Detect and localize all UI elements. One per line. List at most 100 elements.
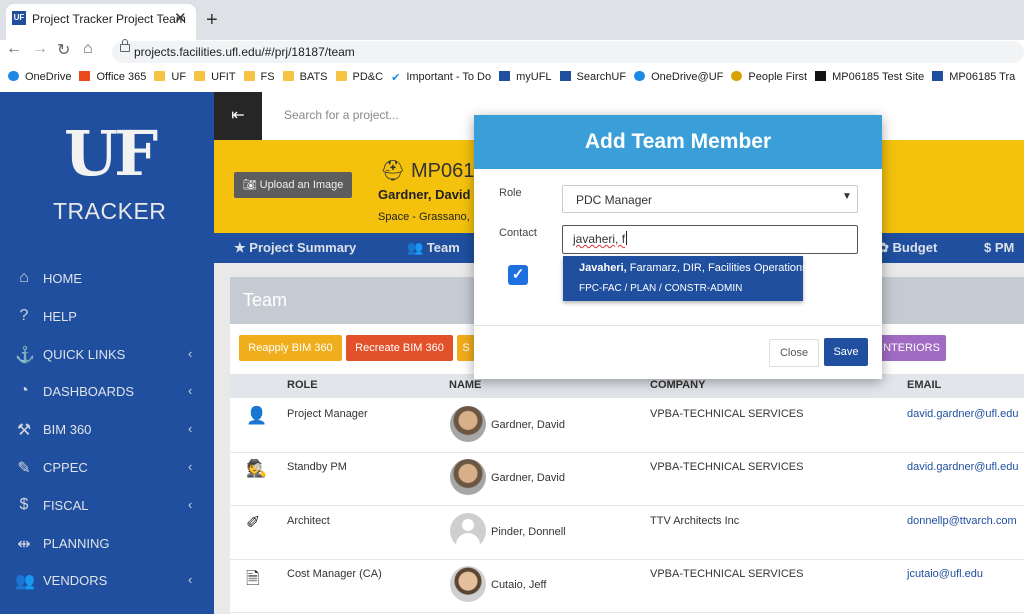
tracker-brand: TRACKER	[53, 198, 167, 224]
sidebar-item-fiscal[interactable]: $ FISCAL ‹	[0, 488, 214, 524]
bookmark-item[interactable]: PD&C	[335, 64, 383, 90]
camera-icon: 📷︎	[242, 179, 260, 191]
email-link[interactable]: jcutaio@ufl.edu	[907, 568, 983, 580]
bookmark-item[interactable]: BATS	[282, 64, 328, 90]
save-button[interactable]: Save	[824, 338, 868, 366]
chevron-left-icon: ‹	[188, 421, 193, 437]
sidebar-item-cppec[interactable]: ✎ CPPEC ‹	[0, 450, 214, 486]
bookmark-item[interactable]: People First	[731, 64, 807, 90]
tab-label: Budget	[892, 240, 938, 255]
bookmark-label: UF	[171, 71, 187, 83]
team-action-button[interactable]: S	[457, 335, 475, 361]
sidebar-item-bim-360[interactable]: ⚒ BIM 360 ‹	[0, 412, 214, 448]
sidebar-item-vendors[interactable]: 👥 VENDORS ‹	[0, 563, 214, 599]
name-cell[interactable]: Pinder, Donnell	[491, 526, 566, 538]
folder-icon	[282, 71, 294, 81]
back-icon[interactable]: ←	[6, 40, 22, 58]
tab-team[interactable]: 👥 Team	[407, 240, 460, 256]
company-cell: VPBA-TECHNICAL SERVICES	[650, 567, 804, 580]
role-label: Role	[499, 187, 522, 199]
project-search-input[interactable]: Search for a project...	[284, 108, 399, 122]
interiors-button[interactable]: INTERIORS	[874, 335, 946, 361]
bookmark-item[interactable]: UF	[154, 64, 186, 90]
folder-icon	[243, 71, 255, 81]
bookmark-item[interactable]: Office 365	[79, 64, 146, 90]
sidebar-item-label: FISCAL	[43, 497, 89, 513]
include-checkbox[interactable]: ✓	[508, 265, 528, 285]
sidebar-item-label: HELP	[43, 308, 77, 324]
bookmark-item[interactable]: UFIT	[194, 64, 236, 90]
sidebar-item-help[interactable]: ? HELP	[0, 299, 214, 335]
sidebar-item-planning[interactable]: ⇹ PLANNING	[0, 526, 214, 562]
uf-icon	[559, 71, 571, 81]
avatar	[450, 565, 486, 602]
user-tie-icon: 👤	[246, 406, 268, 425]
tab-budget[interactable]: ✿ Budget	[878, 240, 937, 256]
uf-icon	[499, 71, 511, 81]
name-cell[interactable]: Cutaio, Jeff	[491, 579, 546, 591]
bookmark-label: MP06185 Tra	[949, 71, 1016, 83]
users-icon: 👥	[407, 240, 424, 255]
project-manager-name: Gardner, David	[378, 187, 471, 202]
dashboards-icon: ◔	[19, 382, 29, 400]
help-icon: ?	[19, 306, 29, 324]
sidebar-item-quick-links[interactable]: ⚓ QUICK LINKS ‹	[0, 337, 214, 373]
cppec-icon: ✎	[17, 460, 31, 477]
forward-icon[interactable]: →	[32, 40, 48, 58]
email-link[interactable]: david.gardner@ufl.edu	[907, 408, 1018, 420]
company-cell: VPBA-TECHNICAL SERVICES	[650, 408, 804, 420]
bim-360-icon: ⚒	[16, 422, 32, 440]
name-cell[interactable]: Gardner, David	[491, 472, 565, 484]
bookmark-label: MP06185 Test Site	[832, 71, 925, 83]
project-title: ⛑︎ MP0618	[380, 158, 485, 183]
bookmark-item[interactable]: ✔ Important - To Do	[391, 64, 491, 91]
bookmark-item[interactable]: OneDrive@UF	[634, 64, 723, 90]
table-row[interactable]	[230, 506, 1024, 560]
home-icon[interactable]: ⌂	[83, 40, 93, 58]
modal-divider	[474, 325, 882, 326]
bookmark-item[interactable]: MP06185 Tra	[932, 64, 1015, 90]
bookmark-item[interactable]: FS	[243, 64, 275, 90]
hard-hat-icon: ⛑︎	[380, 160, 411, 182]
email-link[interactable]: david.gardner@ufl.edu	[907, 461, 1018, 473]
planning-icon: ⇹	[17, 535, 31, 553]
col-name[interactable]: NAME	[449, 379, 481, 391]
url-text[interactable]: projects.facilities.ufl.edu/#/prj/18187/…	[134, 45, 355, 59]
bookmark-item[interactable]: myUFL	[499, 64, 552, 90]
reload-icon[interactable]: ↻	[57, 40, 70, 60]
bookmark-item[interactable]: OneDrive	[8, 64, 71, 90]
uf-logo[interactable]: UF	[64, 117, 158, 190]
bookmark-label: UFIT	[211, 71, 236, 83]
tab-label: Project Summary	[249, 240, 357, 255]
bookmark-item[interactable]: SearchUF	[559, 64, 626, 90]
role-cell: Project Manager	[287, 408, 368, 420]
close-button[interactable]: Close	[769, 339, 819, 367]
sidebar-item-label: QUICK LINKS	[43, 346, 126, 362]
table-row[interactable]	[230, 452, 1024, 507]
email-link[interactable]: donnellp@ttvarch.com	[907, 515, 1017, 527]
bookmark-label: OneDrive	[25, 71, 72, 83]
close-tab-icon[interactable]: ✕	[174, 9, 187, 27]
recreate-bim360-button[interactable]: Recreate BIM 360	[346, 335, 453, 361]
uf-icon	[932, 71, 944, 81]
new-tab-button[interactable]: +	[206, 9, 218, 32]
col-email[interactable]: EMAIL	[907, 379, 941, 391]
black-icon	[815, 71, 827, 81]
col-company[interactable]: COMPANY	[650, 379, 705, 391]
uf-favicon-icon: UF	[12, 11, 26, 25]
tab-pm[interactable]: $ PM	[984, 240, 1014, 255]
bookmark-item[interactable]: MP06185 Test Site	[815, 64, 924, 90]
sidebar-item-dashboards[interactable]: ◔ DASHBOARDS ‹	[0, 374, 214, 410]
reapply-bim360-button[interactable]: Reapply BIM 360	[239, 335, 342, 361]
collapse-sidebar-icon[interactable]: ⇤	[214, 92, 262, 140]
tab-project-summary[interactable]: ★ Project Summary	[234, 240, 356, 256]
cloud-icon	[8, 71, 19, 81]
name-cell[interactable]: Gardner, David	[491, 419, 565, 431]
browser-tab-title: Project Tracker Project Team	[32, 12, 186, 26]
bookmark-label: FS	[260, 71, 275, 83]
col-role[interactable]: ROLE	[287, 379, 318, 391]
avatar	[450, 406, 486, 442]
upload-image-button[interactable]: 📷︎ Upload an Image	[234, 172, 352, 198]
tab-label: Team	[426, 240, 460, 255]
sidebar-item-home[interactable]: ⌂ HOME	[0, 261, 214, 297]
